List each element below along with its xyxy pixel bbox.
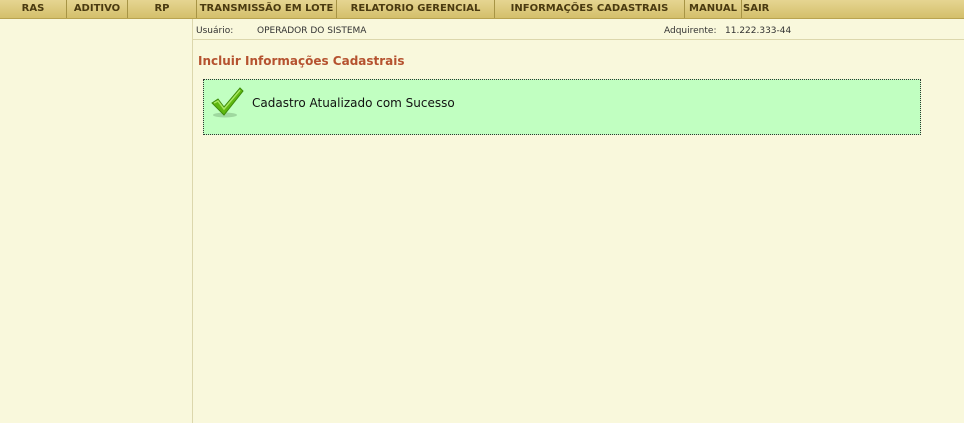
top-menu-bar: RAS ADITIVO RP TRANSMISSÃO EM LOTE RELAT… (0, 0, 964, 19)
menu-item-aditivo[interactable]: ADITIVO (67, 0, 127, 18)
success-message-text: Cadastro Atualizado com Sucesso (252, 96, 455, 110)
user-info-bar: Usuário: OPERADOR DO SISTEMA Adquirente:… (193, 19, 964, 40)
menu-item-ras[interactable]: RAS (0, 0, 66, 18)
success-message-box: Cadastro Atualizado com Sucesso (203, 79, 921, 135)
menu-item-manual[interactable]: MANUAL (685, 0, 741, 18)
user-value: OPERADOR DO SISTEMA (257, 26, 367, 36)
checkmark-icon (211, 87, 244, 118)
page-title: Incluir Informações Cadastrais (198, 54, 405, 68)
acquirer-value: 11.222.333-44 (725, 26, 792, 36)
user-label: Usuário: (196, 26, 234, 36)
menu-item-sair[interactable]: SAIR (743, 0, 775, 18)
menu-item-relatorio-gerencial[interactable]: RELATORIO GERENCIAL (337, 0, 494, 18)
menu-item-rp[interactable]: RP (128, 0, 196, 18)
left-sidebar (0, 19, 193, 423)
menu-separator (741, 0, 742, 18)
menu-item-informacoes-cadastrais[interactable]: INFORMAÇÕES CADASTRAIS (495, 0, 684, 18)
menu-item-transmissao-em-lote[interactable]: TRANSMISSÃO EM LOTE (197, 0, 336, 18)
acquirer-label: Adquirente: (664, 26, 717, 36)
